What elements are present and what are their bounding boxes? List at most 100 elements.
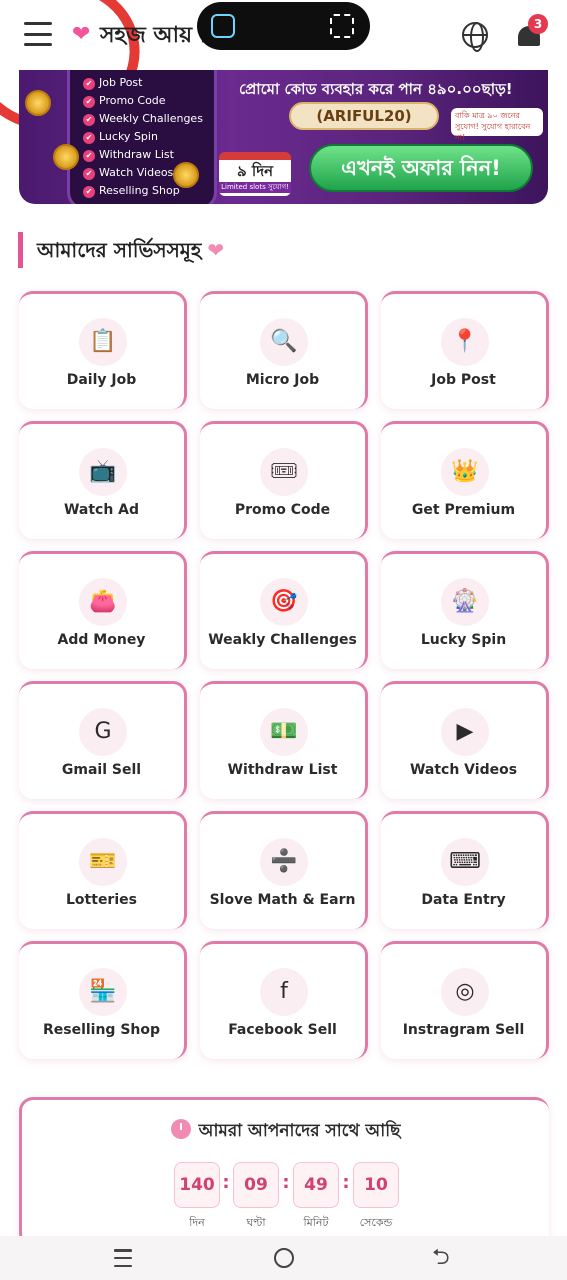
service-card-label: Lotteries (66, 892, 137, 908)
service-card-label: Daily Job (66, 372, 137, 388)
service-card[interactable]: f Facebook Sell (200, 941, 368, 1059)
service-card-label: Watch Videos (409, 762, 518, 778)
countdown-hours-label: ঘণ্টা (246, 1216, 266, 1229)
premium-icon: 👑 (441, 448, 489, 496)
heart-icon: ❤ (207, 238, 225, 262)
service-card-label: Lucky Spin (420, 632, 507, 648)
service-card[interactable]: 🎟 Promo Code (200, 421, 368, 539)
services-title-text: আমাদের সার্ভিসসমূহ (37, 238, 202, 262)
banner-feature: Weekly Challenges (83, 110, 203, 128)
service-card-label: Promo Code (234, 502, 331, 518)
wallet-icon: 👛 (79, 578, 127, 626)
countdown-card: আমরা আপনাদের সাথে আছি 140 : 09 : 49 : 10… (19, 1097, 549, 1247)
countdown-hours-value: 09 (233, 1162, 279, 1208)
keyboard-icon: ⌨ (441, 838, 489, 886)
service-card[interactable]: ▶ Watch Videos (381, 681, 549, 799)
service-card-label: Withdraw List (227, 762, 338, 778)
service-card-label: Watch Ad (63, 502, 140, 518)
service-card[interactable]: 📋 Daily Job (19, 291, 187, 409)
spin-wheel-icon: 🎡 (441, 578, 489, 626)
countdown-title-text: আমরা আপনাদের সাথে আছি (198, 1121, 401, 1141)
service-card[interactable]: 🎯 Weakly Challenges (200, 551, 368, 669)
facebook-icon: f (260, 968, 308, 1016)
coin-icon (53, 144, 79, 170)
google-icon: G (79, 708, 127, 756)
limited-note: বাকি মাত্র ৯০ জনের সুযোগ! সুযোগ হারাবেন … (451, 108, 543, 142)
camera-indicator-icon (211, 14, 235, 38)
hamburger-menu-button[interactable] (24, 22, 52, 46)
notification-button[interactable]: 3 (516, 14, 548, 50)
coin-icon (25, 90, 51, 116)
watch-ad-icon: 📺 (79, 448, 127, 496)
banner-feature: Promo Code (83, 92, 203, 110)
service-card-label: Get Premium (411, 502, 516, 518)
limited-slots-label: Limited slots সুযোগ! (219, 182, 291, 193)
service-card-label: Gmail Sell (61, 762, 142, 778)
service-card[interactable]: 📺 Watch Ad (19, 421, 187, 539)
recent-line (114, 1264, 132, 1267)
scan-icon (330, 14, 354, 38)
countdown-days-value: 140 (174, 1162, 220, 1208)
service-card[interactable]: 👑 Get Premium (381, 421, 549, 539)
countdown-minutes-value: 49 (293, 1162, 339, 1208)
service-card[interactable]: ➗ Slove Math & Earn (200, 811, 368, 929)
countdown-seconds-label: সেকেন্ড (359, 1216, 393, 1229)
target-icon: 🎯 (260, 578, 308, 626)
recent-apps-button[interactable] (114, 1249, 132, 1267)
banner-feature: Job Post (83, 74, 203, 92)
language-globe-icon[interactable] (462, 22, 488, 52)
service-card[interactable]: ⌨ Data Entry (381, 811, 549, 929)
menu-line (24, 22, 52, 25)
clock-icon (170, 1119, 191, 1139)
promo-headline: প্রোমো কোড ব্যবহার করে পান ৪৯০.০০ছাড়! (239, 80, 513, 98)
countdown-separator: : (282, 1172, 290, 1193)
menu-line (24, 32, 52, 36)
job-post-icon: 📍 (441, 318, 489, 366)
heart-logo-icon: ❤ (72, 22, 91, 47)
banner-feature: Lucky Spin (83, 128, 203, 146)
promo-banner[interactable]: Job Post Promo Code Weekly Challenges Lu… (19, 70, 548, 204)
countdown-title: আমরা আপনাদের সাথে আছি (22, 1118, 549, 1146)
service-card[interactable]: 💵 Withdraw List (200, 681, 368, 799)
lottery-icon: 🎫 (79, 838, 127, 886)
service-card-label: Reselling Shop (42, 1022, 161, 1038)
countdown-separator: : (222, 1172, 230, 1193)
service-card-label: Micro Job (245, 372, 320, 388)
video-play-icon: ▶ (441, 708, 489, 756)
instagram-icon: ◎ (441, 968, 489, 1016)
recent-line (114, 1249, 132, 1252)
days-left-value: ৯ দিন (236, 162, 274, 180)
countdown-separator: : (342, 1172, 350, 1193)
menu-line (24, 43, 52, 46)
service-card-label: Job Post (431, 372, 496, 388)
micro-job-icon: 🔍 (260, 318, 308, 366)
service-card[interactable]: 🏪 Reselling Shop (19, 941, 187, 1059)
recent-line (114, 1256, 132, 1260)
get-offer-button[interactable]: এখনই অফার নিন! (309, 144, 533, 192)
countdown-minutes-label: মিনিট (303, 1216, 329, 1229)
promo-code-badge: (ARIFUL20) (289, 102, 439, 130)
service-card-label: Weakly Challenges (208, 632, 357, 648)
service-card[interactable]: 👛 Add Money (19, 551, 187, 669)
days-left-calendar: ৯ দিন Limited slots সুযোগ! (219, 152, 291, 196)
service-card-label: Instragram Sell (402, 1022, 525, 1038)
promo-code-icon: 🎟 (260, 448, 308, 496)
service-card[interactable]: ◎ Instragram Sell (381, 941, 549, 1059)
service-card[interactable]: 🎡 Lucky Spin (381, 551, 549, 669)
shop-icon: 🏪 (79, 968, 127, 1016)
countdown-days-label: দিন (189, 1216, 205, 1229)
service-card[interactable]: G Gmail Sell (19, 681, 187, 799)
service-card[interactable]: 🔍 Micro Job (200, 291, 368, 409)
math-icon: ➗ (260, 838, 308, 886)
service-card-label: Add Money (57, 632, 146, 648)
app-header: ❤ সহজ আয় বিডি 3 (0, 0, 567, 147)
service-card[interactable]: 📍 Job Post (381, 291, 549, 409)
service-card-label: Slove Math & Earn (209, 892, 356, 908)
back-button[interactable]: ⮌ (432, 1246, 450, 1270)
system-nav-bar: ⮌ (0, 1236, 567, 1280)
home-button[interactable] (274, 1248, 294, 1268)
service-card[interactable]: 🎫 Lotteries (19, 811, 187, 929)
dynamic-island (197, 2, 370, 50)
service-card-label: Facebook Sell (228, 1022, 337, 1038)
coin-icon (173, 162, 199, 188)
